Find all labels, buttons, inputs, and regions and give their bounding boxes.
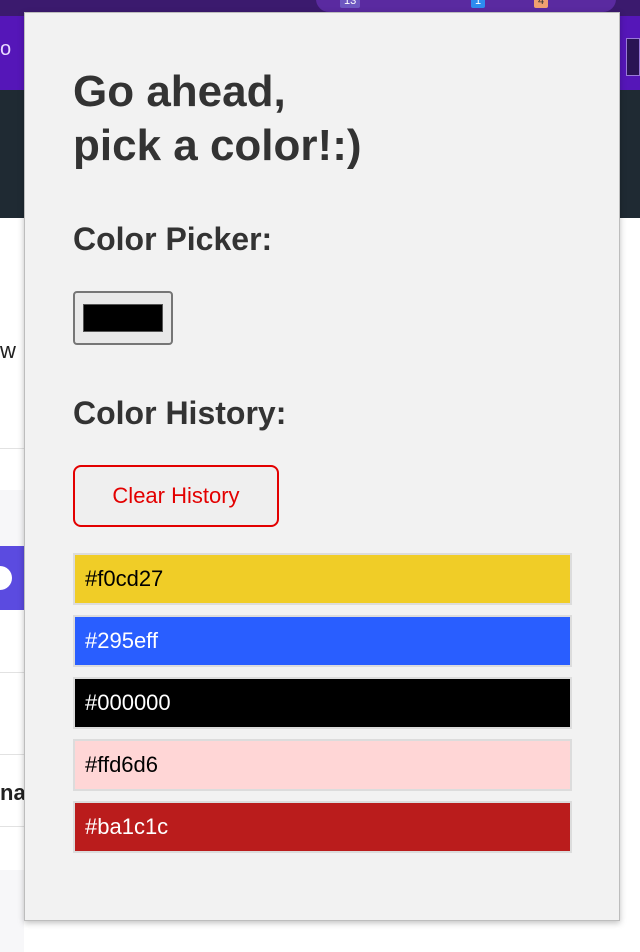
color-history-item[interactable]: #ffd6d6 <box>73 739 572 791</box>
color-picker-heading: Color Picker: <box>73 221 273 257</box>
color-picker-popup: Go ahead, pick a color!:) Color Picker: … <box>24 12 620 921</box>
color-history-item[interactable]: #295eff <box>73 615 572 667</box>
clear-history-button[interactable]: Clear History <box>73 465 279 527</box>
color-history-heading: Color History: <box>73 395 287 431</box>
browser-tab-strip[interactable] <box>316 0 616 12</box>
divider <box>0 448 24 449</box>
selected-color-swatch <box>83 304 163 332</box>
content-text-fragment: na <box>0 780 26 805</box>
color-history-item[interactable]: #000000 <box>73 677 572 729</box>
color-history-item[interactable]: #f0cd27 <box>73 553 572 605</box>
title-line-2: pick a color!:) <box>73 121 362 170</box>
navbar-right-control[interactable] <box>626 38 640 76</box>
check-icon <box>0 566 12 590</box>
color-history-item[interactable]: #ba1c1c <box>73 801 572 853</box>
check-badge <box>0 546 24 610</box>
extension-badge[interactable]: 4 <box>534 0 549 8</box>
divider <box>0 754 24 755</box>
content-row <box>0 490 24 546</box>
extension-badge[interactable]: 13 <box>340 0 361 8</box>
divider <box>0 826 24 827</box>
divider <box>0 672 24 673</box>
extension-badge[interactable]: 1 <box>471 0 486 8</box>
content-row <box>0 870 24 952</box>
color-picker-input[interactable] <box>73 291 173 345</box>
navbar-text-fragment: o <box>0 38 12 60</box>
popup-title: Go ahead, pick a color!:) <box>73 65 362 173</box>
color-history-list: #f0cd27 #295eff #000000 #ffd6d6 #ba1c1c <box>73 553 572 863</box>
title-line-1: Go ahead, <box>73 67 286 116</box>
